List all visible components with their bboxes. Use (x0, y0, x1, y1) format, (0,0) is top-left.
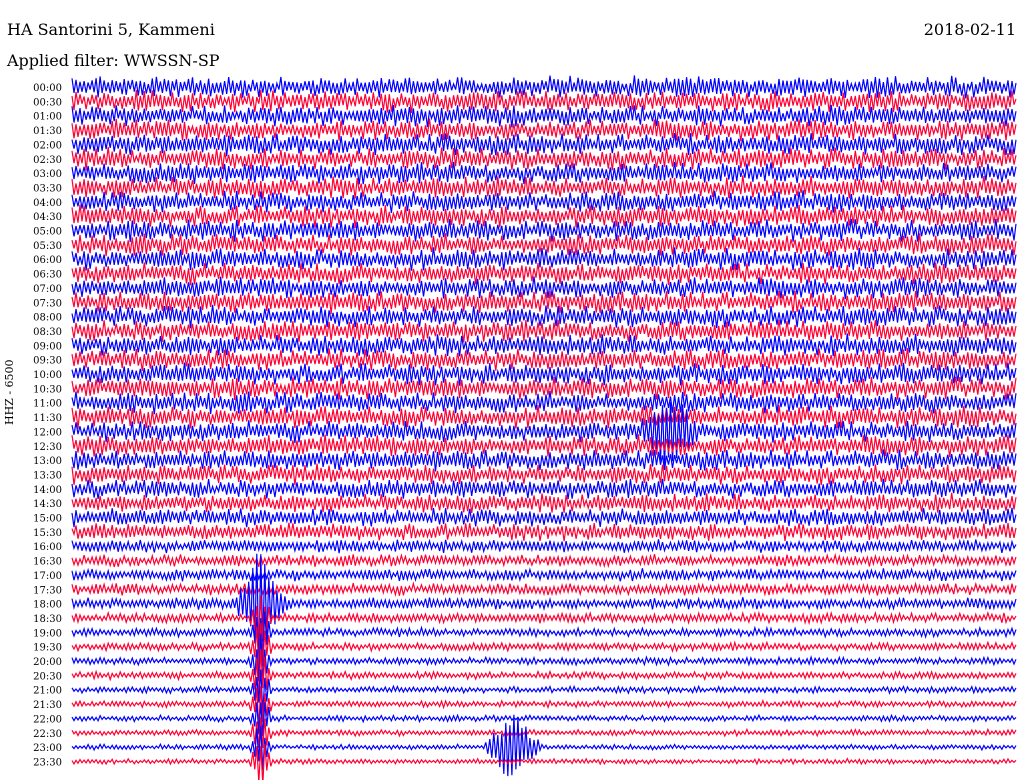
row-label-1500: 15:00 (33, 514, 62, 525)
row-label-2030: 20:30 (33, 671, 62, 682)
trace-0630 (71, 262, 1017, 286)
row-label-0830: 08:30 (33, 327, 62, 338)
row-label-1800: 18:00 (33, 600, 62, 611)
row-label-0230: 02:30 (33, 155, 62, 166)
trace-1800 (71, 553, 1017, 661)
helicorder-plot: 00:00 00:30 01:00 01:30 02:00 02:30 03:00 03:30… (33, 75, 1017, 780)
trace-1330 (71, 463, 1017, 486)
trace-1730 (71, 581, 1017, 597)
row-label-2200: 22:00 (33, 714, 62, 725)
trace-1000 (71, 362, 1017, 386)
row-label-0500: 05:00 (33, 227, 62, 238)
row-label-1600: 16:00 (33, 542, 62, 553)
trace-0300 (71, 161, 1017, 185)
row-label-0400: 04:00 (33, 198, 62, 209)
traces (71, 75, 1017, 780)
row-label-1530: 15:30 (33, 528, 62, 539)
row-label-1100: 11:00 (33, 399, 62, 410)
trace-0700 (71, 276, 1017, 300)
trace-1430 (71, 492, 1017, 514)
row-label-1400: 14:00 (33, 485, 62, 496)
trace-0600 (71, 247, 1017, 271)
row-label-0130: 01:30 (33, 126, 62, 137)
trace-1230 (71, 434, 1017, 458)
row-label-0730: 07:30 (33, 298, 62, 309)
trace-0530 (71, 233, 1017, 257)
row-label-0330: 03:30 (33, 183, 62, 194)
row-label-0030: 00:30 (33, 97, 62, 108)
row-label-1330: 13:30 (33, 470, 62, 481)
row-label-2000: 20:00 (33, 657, 62, 668)
row-label-1200: 12:00 (33, 427, 62, 438)
row-label-1130: 11:30 (33, 413, 62, 424)
row-label-2330: 23:30 (33, 757, 62, 768)
row-label-0930: 09:30 (33, 356, 62, 367)
row-label-1430: 14:30 (33, 499, 62, 510)
trace-1030 (71, 376, 1017, 401)
row-label-1300: 13:00 (33, 456, 62, 467)
row-label-1030: 10:30 (33, 384, 62, 395)
row-label-0100: 01:00 (33, 112, 62, 123)
row-label-0800: 08:00 (33, 313, 62, 324)
row-label-1900: 19:00 (33, 628, 62, 639)
row-labels: 00:00 00:30 01:00 01:30 02:00 02:30 03:00 03:30… (33, 83, 62, 768)
row-label-0000: 00:00 (33, 83, 62, 94)
row-label-1630: 16:30 (33, 557, 62, 568)
trace-0030 (71, 90, 1017, 113)
row-label-2300: 23:00 (33, 743, 62, 754)
trace-2300 (71, 714, 1017, 777)
row-label-2130: 21:30 (33, 700, 62, 711)
trace-0200 (71, 133, 1017, 157)
row-label-2230: 22:30 (33, 729, 62, 740)
trace-0130 (71, 118, 1017, 142)
row-label-1730: 17:30 (33, 585, 62, 596)
row-label-1000: 10:00 (33, 370, 62, 381)
trace-0100 (71, 104, 1017, 128)
row-label-0530: 05:30 (33, 241, 62, 252)
row-label-0200: 02:00 (33, 140, 62, 151)
row-label-2100: 21:00 (33, 686, 62, 697)
trace-1530 (71, 522, 1017, 542)
trace-1700 (71, 567, 1017, 583)
row-label-1930: 19:30 (33, 643, 62, 654)
row-label-0700: 07:00 (33, 284, 62, 295)
trace-1630 (71, 552, 1017, 569)
row-label-1230: 12:30 (33, 442, 62, 453)
row-label-1700: 17:00 (33, 571, 62, 582)
trace-2230 (71, 716, 1017, 749)
row-label-0630: 06:30 (33, 270, 62, 281)
row-label-0900: 09:00 (33, 341, 62, 352)
trace-2330 (71, 743, 1017, 780)
trace-1600 (71, 538, 1017, 554)
trace-0000 (71, 75, 1017, 99)
trace-1500 (71, 507, 1017, 528)
row-label-1830: 18:30 (33, 614, 62, 625)
row-label-0600: 06:00 (33, 255, 62, 266)
row-label-0430: 04:30 (33, 212, 62, 223)
trace-1400 (71, 478, 1017, 500)
row-label-0300: 03:00 (33, 169, 62, 180)
